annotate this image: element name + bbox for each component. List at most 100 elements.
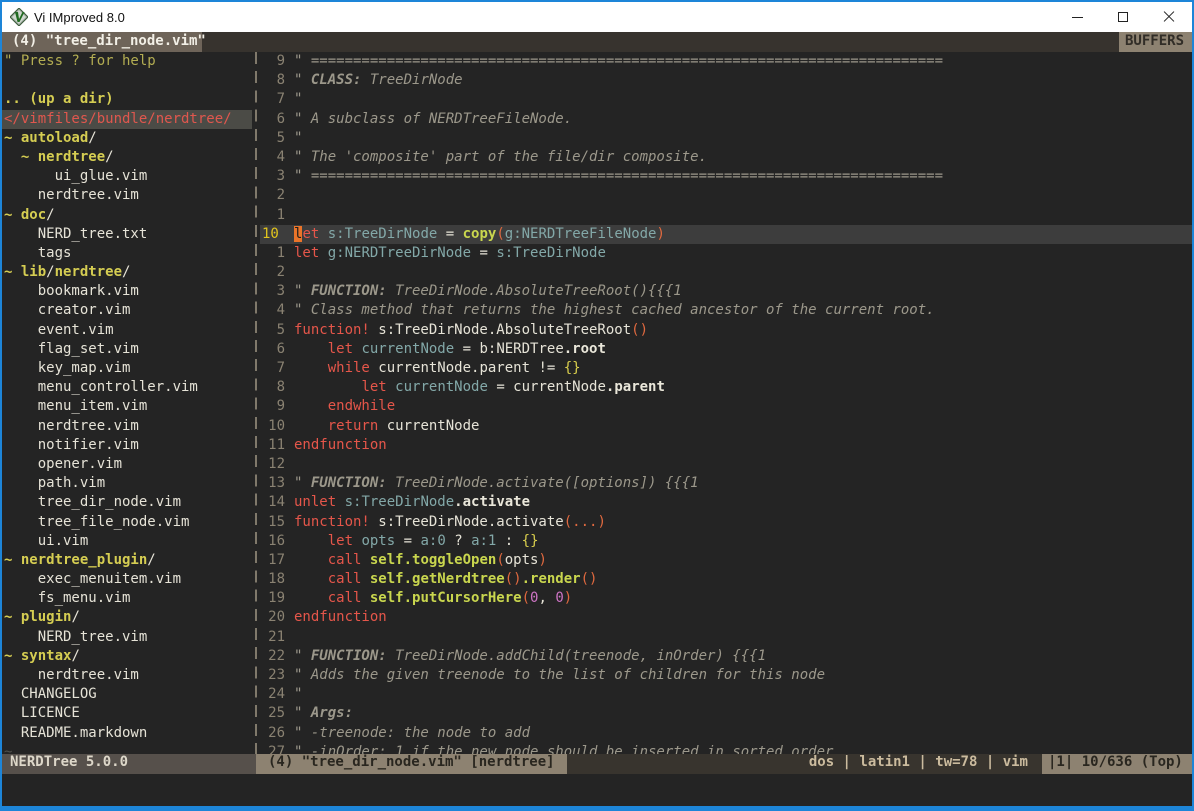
vertical-split-divider[interactable] xyxy=(252,52,260,754)
code-line[interactable]: 4" The 'composite' part of the file/dir … xyxy=(260,148,1192,167)
code-line[interactable]: 13" FUNCTION: TreeDirNode.activate([opti… xyxy=(260,474,1192,493)
tree-file[interactable]: exec_menuitem.vim xyxy=(2,570,252,589)
tree-file[interactable]: tree_dir_node.vim xyxy=(2,493,252,512)
code-line-content: " -inOrder: 1 if the new node should be … xyxy=(294,743,1192,754)
code-line[interactable]: 7" xyxy=(260,90,1192,109)
tree-file[interactable]: path.vim xyxy=(2,474,252,493)
code-line[interactable]: 1let g:NERDTreeDirNode = s:TreeDirNode xyxy=(260,244,1192,263)
tree-file[interactable]: ui.vim xyxy=(2,532,252,551)
code-line[interactable]: 2 xyxy=(260,186,1192,205)
code-token: a:0 xyxy=(420,533,445,549)
tree-up-a-dir[interactable]: .. (up a dir) xyxy=(2,90,252,109)
code-line[interactable]: 9" =====================================… xyxy=(260,52,1192,71)
code-line[interactable]: 8 let currentNode = currentNode.parent xyxy=(260,378,1192,397)
code-line[interactable]: 23" Adds the given treenode to the list … xyxy=(260,666,1192,685)
tree-file[interactable]: NERD_tree.vim xyxy=(2,628,252,647)
code-token xyxy=(319,226,327,242)
tree-file[interactable]: fs_menu.vim xyxy=(2,589,252,608)
tree-file[interactable]: tree_file_node.vim xyxy=(2,513,252,532)
code-token: " xyxy=(294,283,311,299)
close-button[interactable] xyxy=(1146,2,1192,32)
tree-file[interactable]: menu_controller.vim xyxy=(2,378,252,397)
code-token: = currentNode xyxy=(488,379,606,395)
maximize-button[interactable] xyxy=(1100,2,1146,32)
tree-file[interactable]: bookmark.vim xyxy=(2,282,252,301)
code-line[interactable]: 7 while currentNode.parent != {} xyxy=(260,359,1192,378)
code-line-current[interactable]: 10let s:TreeDirNode = copy(g:NERDTreeFil… xyxy=(260,225,1192,244)
tree-dir[interactable]: ~ syntax/ xyxy=(2,647,252,666)
code-line[interactable]: 17 call self.toggleOpen(opts) xyxy=(260,551,1192,570)
tree-file[interactable]: README.markdown xyxy=(2,724,252,743)
code-token: g:NERDTreeFileNode xyxy=(505,226,657,242)
tree-help-line[interactable]: " Press ? for help xyxy=(2,52,252,71)
code-line[interactable]: 15function! s:TreeDirNode.activate(...) xyxy=(260,513,1192,532)
tree-file[interactable]: notifier.vim xyxy=(2,436,252,455)
code-line[interactable]: 3" FUNCTION: TreeDirNode.AbsoluteTreeRoo… xyxy=(260,282,1192,301)
code-line[interactable]: 16 let opts = a:0 ? a:1 : {} xyxy=(260,532,1192,551)
code-line-content: let g:NERDTreeDirNode = s:TreeDirNode xyxy=(294,244,1192,263)
code-line-content: " xyxy=(294,90,1192,109)
code-token: README.markdown xyxy=(4,725,147,741)
line-number: 24 xyxy=(260,685,294,704)
tree-file[interactable]: flag_set.vim xyxy=(2,340,252,359)
minimize-button[interactable] xyxy=(1054,2,1100,32)
code-line[interactable]: 12 xyxy=(260,455,1192,474)
code-line[interactable]: 21 xyxy=(260,628,1192,647)
code-line[interactable]: 10 return currentNode xyxy=(260,417,1192,436)
code-line[interactable]: 25" Args: xyxy=(260,704,1192,723)
tree-dir[interactable]: ~ nerdtree/ xyxy=(2,148,252,167)
code-token: : xyxy=(496,533,521,549)
code-token xyxy=(361,571,369,587)
tree-file[interactable]: CHANGELOG xyxy=(2,685,252,704)
tree-file[interactable]: NERD_tree.txt xyxy=(2,225,252,244)
code-line-content: call self.putCursorHere(0, 0) xyxy=(294,589,1192,608)
tree-file[interactable]: tags xyxy=(2,244,252,263)
code-line[interactable]: 24" xyxy=(260,685,1192,704)
tree-nontext-tilde[interactable]: ~ xyxy=(2,743,252,754)
command-line[interactable] xyxy=(2,774,1192,808)
tree-file[interactable]: event.vim xyxy=(2,321,252,340)
code-line[interactable]: 22" FUNCTION: TreeDirNode.addChild(treen… xyxy=(260,647,1192,666)
line-number: 1 xyxy=(260,206,294,225)
code-line[interactable]: 14unlet s:TreeDirNode.activate xyxy=(260,493,1192,512)
code-line[interactable]: 3" =====================================… xyxy=(260,167,1192,186)
tree-dir[interactable]: ~ plugin/ xyxy=(2,608,252,627)
tree-file[interactable]: creator.vim xyxy=(2,301,252,320)
tree-dir[interactable]: ~ autoload/ xyxy=(2,129,252,148)
code-line[interactable]: 20endfunction xyxy=(260,608,1192,627)
tree-file[interactable]: LICENCE xyxy=(2,704,252,723)
tree-dir[interactable]: ~ doc/ xyxy=(2,206,252,225)
tree-file[interactable]: nerdtree.vim xyxy=(2,186,252,205)
code-line[interactable]: 1 xyxy=(260,206,1192,225)
tree-file[interactable]: opener.vim xyxy=(2,455,252,474)
code-line[interactable]: 19 call self.putCursorHere(0, 0) xyxy=(260,589,1192,608)
code-line[interactable]: 26" -treenode: the node to add xyxy=(260,724,1192,743)
buffers-menu-tab[interactable]: BUFFERS xyxy=(1119,32,1192,52)
tree-dir[interactable]: ~ lib/nerdtree/ xyxy=(2,263,252,282)
tree-file[interactable]: nerdtree.vim xyxy=(2,417,252,436)
tab-active-buffer[interactable]: (4) "tree_dir_node.vim" xyxy=(2,32,202,52)
code-line[interactable]: 18 call self.getNerdtree().render() xyxy=(260,570,1192,589)
code-line[interactable]: 11endfunction xyxy=(260,436,1192,455)
code-token: opts xyxy=(505,552,539,568)
tree-root-path[interactable]: </vimfiles/bundle/nerdtree/ xyxy=(2,110,252,129)
code-line-content: " ======================================… xyxy=(294,167,1192,186)
tree-file[interactable]: nerdtree.vim xyxy=(2,666,252,685)
code-line[interactable]: 6 let currentNode = b:NERDTree.root xyxy=(260,340,1192,359)
code-line[interactable]: 4" Class method that returns the highest… xyxy=(260,301,1192,320)
line-number: 21 xyxy=(260,628,294,647)
code-line[interactable]: 9 endwhile xyxy=(260,397,1192,416)
code-line[interactable]: 2 xyxy=(260,263,1192,282)
code-line[interactable]: 8" CLASS: TreeDirNode xyxy=(260,71,1192,90)
line-number: 3 xyxy=(260,282,294,301)
code-token: tree_dir_node.vim xyxy=(4,494,181,510)
tree-file[interactable]: key_map.vim xyxy=(2,359,252,378)
code-line[interactable]: 5function! s:TreeDirNode.AbsoluteTreeRoo… xyxy=(260,321,1192,340)
tree-file[interactable]: menu_item.vim xyxy=(2,397,252,416)
code-token: LICENCE xyxy=(4,705,80,721)
code-line[interactable]: 5" xyxy=(260,129,1192,148)
tree-dir[interactable]: ~ nerdtree_plugin/ xyxy=(2,551,252,570)
tree-file[interactable]: ui_glue.vim xyxy=(2,167,252,186)
code-line[interactable]: 27" -inOrder: 1 if the new node should b… xyxy=(260,743,1192,754)
code-line[interactable]: 6" A subclass of NERDTreeFileNode. xyxy=(260,110,1192,129)
